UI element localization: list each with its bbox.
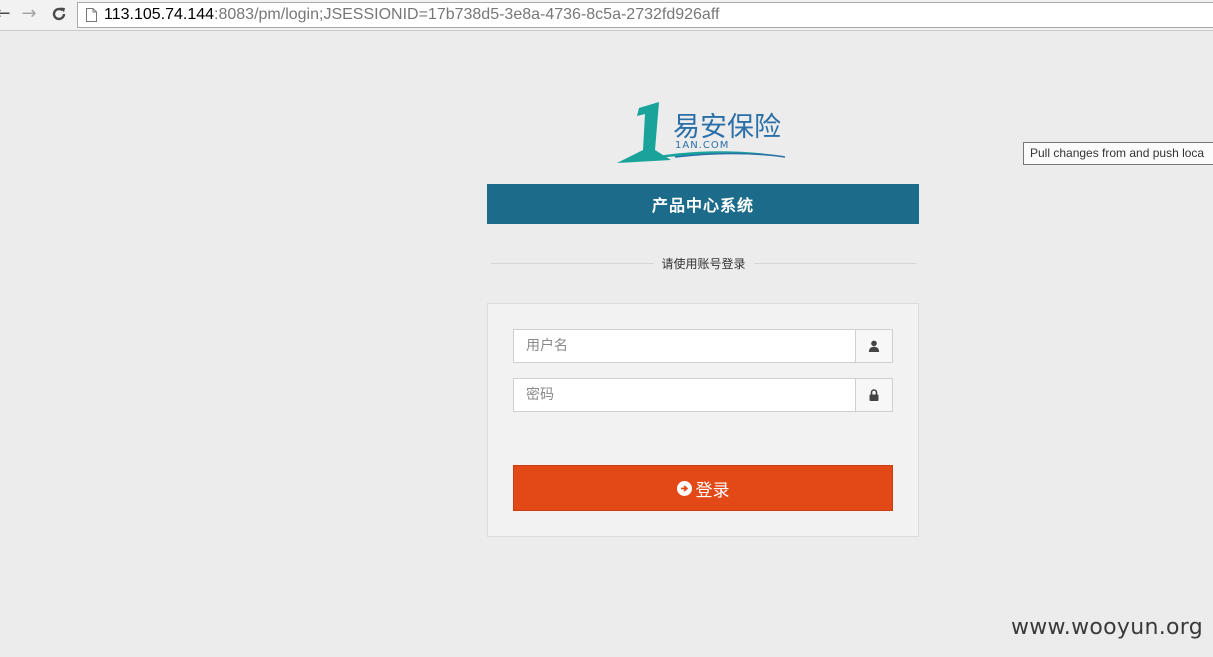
password-addon [855, 379, 892, 411]
logo-domain: 1AN.COM [675, 140, 729, 151]
divider-text: 请使用账号登录 [661, 256, 746, 271]
system-title: 产品中心系统 [651, 196, 754, 215]
browser-toolbar: ← → 113.105.74.144:8083/pm/login;JSESSIO… [0, 0, 1213, 31]
login-divider: 请使用账号登录 [491, 253, 917, 273]
tooltip: Pull changes from and push loca [1023, 142, 1213, 165]
arrow-circle-right-icon [676, 480, 692, 496]
logo-graphic: 易安保险 1AN.COM [617, 102, 786, 163]
divider-line-right [753, 262, 917, 264]
back-button[interactable]: ← [0, 3, 14, 25]
url-text: 113.105.74.144:8083/pm/login;JSESSIONID=… [104, 6, 719, 24]
address-bar[interactable]: 113.105.74.144:8083/pm/login;JSESSIONID=… [77, 2, 1213, 28]
divider-line-left [491, 262, 654, 264]
forward-button[interactable]: → [18, 3, 40, 25]
arrow-left-icon: ← [0, 3, 11, 24]
username-input[interactable] [514, 330, 855, 362]
password-input[interactable] [514, 379, 855, 411]
reload-button[interactable] [48, 3, 70, 25]
company-logo: 易安保险 1AN.COM [615, 100, 791, 166]
login-button-label: 登录 [695, 480, 730, 501]
logo-brand-name: 易安保险 [673, 112, 781, 143]
watermark: www.wooyun.org [1010, 615, 1203, 640]
arrow-right-icon: → [21, 3, 37, 24]
lock-icon [869, 389, 879, 401]
login-form: 登录 [487, 303, 919, 537]
url-path: :8083/pm/login;JSESSIONID=17b738d5-3e8a-… [214, 6, 720, 23]
username-addon [855, 330, 892, 362]
username-field [513, 329, 893, 363]
page-icon [86, 8, 97, 22]
password-field [513, 378, 893, 412]
user-icon [868, 340, 880, 352]
url-host: 113.105.74.144 [104, 6, 215, 23]
system-title-bar: 产品中心系统 [487, 184, 919, 224]
login-button[interactable]: 登录 [513, 465, 893, 511]
reload-icon [52, 7, 66, 21]
